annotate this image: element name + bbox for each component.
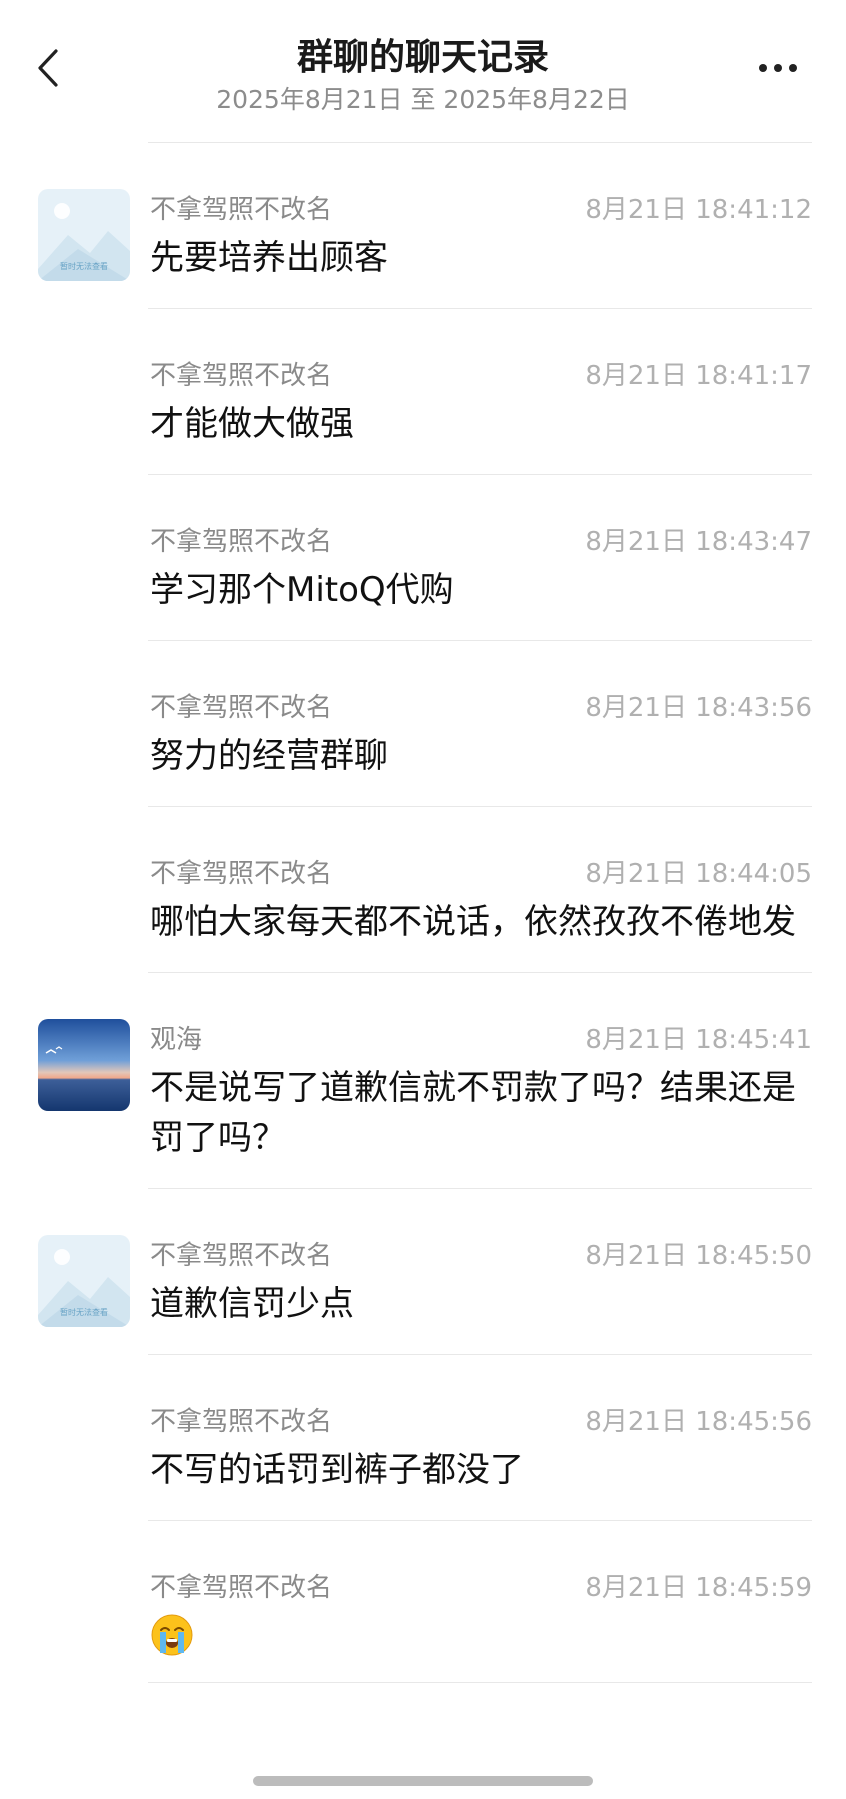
message-time: 8月21日 18:45:59 [585,1573,812,1603]
sender-name: 不拿驾照不改名 [150,1573,333,1603]
message-time: 8月21日 18:41:17 [585,361,812,391]
message-item[interactable]: 暂时无法查看 不拿驾照不改名 8月21日 18:41:12 先要培养出顾客 [0,143,846,309]
message-time: 8月21日 18:43:56 [585,693,812,723]
sender-name: 不拿驾照不改名 [150,1241,333,1271]
message-time: 8月21日 18:44:05 [585,859,812,889]
message-time: 8月21日 18:45:41 [585,1025,812,1055]
sea-sunset-photo [38,1019,130,1111]
message-text: 哪怕大家每天都不说话，依然孜孜不倦地发 [150,902,796,942]
message-item[interactable]: 暂时无法查看 不拿驾照不改名 8月21日 18:45:50 道歉信罚少点 [0,1189,846,1355]
sender-name: 不拿驾照不改名 [150,859,333,889]
message-list: 暂时无法查看 不拿驾照不改名 8月21日 18:41:12 先要培养出顾客 不拿驾照不改… [0,143,846,1683]
header-bar: 群聊的聊天记录 2025年8月21日 至 2025年8月22日 [0,0,846,140]
message-text: 不写的话罚到裤子都没了 [150,1450,524,1490]
message-item[interactable]: 不拿驾照不改名 8月21日 18:44:05 哪怕大家每天都不说话，依然孜孜不倦地发 [0,807,846,973]
message-item[interactable]: 不拿驾照不改名 8月21日 18:45:59 [0,1521,846,1683]
avatar-caption: 暂时无法查看 [60,261,108,271]
date-range: 2025年8月21日 至 2025年8月22日 [216,85,630,114]
message-item[interactable]: 不拿驾照不改名 8月21日 18:43:47 学习那个MitoQ代购 [0,475,846,641]
message-text: 学习那个MitoQ代购 [150,570,454,610]
message-item[interactable]: 不拿驾照不改名 8月21日 18:43:56 努力的经营群聊 [0,641,846,807]
message-meta: 不拿驾照不改名 8月21日 18:45:59 [150,1567,812,1603]
message-meta: 观海 8月21日 18:45:41 [150,1019,812,1055]
sender-name: 不拿驾照不改名 [150,361,333,391]
more-button[interactable] [748,44,808,92]
message-text: 努力的经营群聊 [150,736,388,776]
avatar[interactable] [38,1019,130,1111]
message-item[interactable]: 不拿驾照不改名 8月21日 18:41:17 才能做大做强 [0,309,846,475]
message-time: 8月21日 18:45:50 [585,1241,812,1271]
message-meta: 不拿驾照不改名 8月21日 18:44:05 [150,853,812,889]
message-meta: 不拿驾照不改名 8月21日 18:45:50 [150,1235,812,1271]
message-meta: 不拿驾照不改名 8月21日 18:43:56 [150,687,812,723]
message-text: 不是说写了道歉信就不罚款了吗？结果还是罚了吗？ [150,1068,796,1158]
message-time: 8月21日 18:41:12 [585,195,812,225]
message-text: 先要培养出顾客 [150,238,388,278]
avatar[interactable]: 暂时无法查看 [38,189,130,281]
message-emoji [150,1613,194,1657]
page-title: 群聊的聊天记录 [296,37,549,78]
sender-name: 不拿驾照不改名 [150,527,333,557]
message-meta: 不拿驾照不改名 8月21日 18:43:47 [150,521,812,557]
image-placeholder-icon: 暂时无法查看 [38,189,130,281]
message-time: 8月21日 18:45:56 [585,1407,812,1437]
avatar[interactable]: 暂时无法查看 [38,1235,130,1327]
sender-name: 不拿驾照不改名 [150,195,333,225]
image-placeholder-icon: 暂时无法查看 [38,1235,130,1327]
more-horizontal-icon [759,64,797,72]
message-text: 道歉信罚少点 [150,1284,354,1324]
message-meta: 不拿驾照不改名 8月21日 18:41:12 [150,189,812,225]
message-text: 才能做大做强 [150,404,354,444]
message-meta: 不拿驾照不改名 8月21日 18:41:17 [150,355,812,391]
sender-name: 不拿驾照不改名 [150,693,333,723]
message-meta: 不拿驾照不改名 8月21日 18:45:56 [150,1401,812,1437]
loudly-crying-face-emoji [151,1614,193,1656]
message-time: 8月21日 18:43:47 [585,527,812,557]
sender-name: 不拿驾照不改名 [150,1407,333,1437]
avatar-caption: 暂时无法查看 [60,1307,108,1317]
message-item[interactable]: 观海 8月21日 18:45:41 不是说写了道歉信就不罚款了吗？结果还是罚了吗？ [0,973,846,1189]
message-item[interactable]: 不拿驾照不改名 8月21日 18:45:56 不写的话罚到裤子都没了 [0,1355,846,1521]
home-indicator[interactable] [253,1776,593,1786]
sender-name: 观海 [150,1025,203,1055]
